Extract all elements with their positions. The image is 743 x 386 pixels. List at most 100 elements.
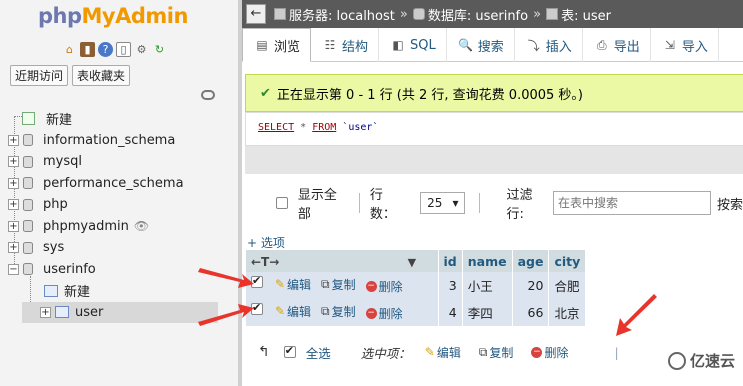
cell-name[interactable]: 小王 <box>462 272 513 299</box>
database-icon <box>23 134 33 147</box>
reload-icon[interactable]: ↻ <box>152 42 167 57</box>
select-all-label[interactable]: 全选 <box>306 343 331 362</box>
tree-db-phpmyadmin[interactable]: + phpmyadmin 👁 <box>8 216 218 238</box>
breadcrumb-server[interactable]: 服务器: localhost <box>289 5 395 24</box>
eye-icon[interactable]: 👁 <box>134 219 149 233</box>
main-content: ✔ 正在显示第 0 - 1 行 (共 2 行, 查询花费 0.0005 秒。) … <box>242 62 743 386</box>
watermark-logo-icon <box>667 351 686 370</box>
edit-button[interactable]: ✎ 编辑 <box>275 276 311 293</box>
copy-icon: ⧉ <box>321 277 330 292</box>
edit-button[interactable]: ✎ 编辑 <box>275 303 311 320</box>
expand-icon[interactable]: + <box>8 220 19 232</box>
tab-browse[interactable]: ▤ 浏览 <box>242 28 312 62</box>
expand-icon[interactable]: + <box>8 134 19 146</box>
bulk-copy-button[interactable]: ⧉ 复制 <box>479 344 514 361</box>
nav-toolbar: ⌂ ▮ ? ▯ ⚙ ↻ <box>62 42 167 57</box>
cell-id[interactable]: 4 <box>438 299 463 326</box>
tab-structure[interactable]: ☷ 结构 <box>311 28 380 62</box>
tab-sql[interactable]: ◧ SQL <box>379 28 447 62</box>
breadcrumb-database[interactable]: 数据库: userinfo <box>428 5 528 24</box>
gear-icon[interactable]: ⚙ <box>134 42 149 57</box>
logout-icon[interactable]: ▮ <box>80 42 95 57</box>
expand-icon[interactable]: + <box>8 177 19 189</box>
breadcrumb: 服务器: localhost » 数据库: userinfo » 表: user <box>274 5 611 24</box>
expand-icon[interactable]: + <box>8 199 19 211</box>
rows-select[interactable]: 25 ▾ <box>420 192 466 214</box>
database-icon <box>23 220 33 233</box>
tree-new-database[interactable]: 新建 <box>8 108 218 130</box>
sort-toggle-icon[interactable]: ▼ <box>408 256 416 269</box>
column-header-name[interactable]: name <box>462 250 513 272</box>
database-tree: 新建 + information_schema + mysql + perfor… <box>8 108 218 323</box>
tree-db-mysql[interactable]: + mysql <box>8 151 218 173</box>
cell-city[interactable]: 合肥 <box>548 272 587 299</box>
column-header-id[interactable]: id <box>438 250 463 272</box>
phpmyadmin-logo[interactable]: phpMyAdmin <box>38 4 188 28</box>
expand-icon[interactable]: + <box>8 156 19 168</box>
cell-id[interactable]: 3 <box>438 272 463 299</box>
filter-rows-input[interactable] <box>553 191 711 215</box>
tree-table-user[interactable]: + user <box>22 301 218 323</box>
expand-icon[interactable]: + <box>40 306 51 318</box>
with-selected-label: 选中项： <box>360 345 411 361</box>
cell-age[interactable]: 20 <box>512 272 550 299</box>
copy-button[interactable]: ⧉ 复制 <box>321 303 356 320</box>
export-icon: ⎙ <box>596 37 607 52</box>
annotation-arrow-icon <box>198 268 254 326</box>
tree-db-sys[interactable]: + sys <box>8 237 218 259</box>
favorites-tab[interactable]: 表收藏夹 <box>72 65 131 86</box>
pencil-icon: ✎ <box>274 277 286 292</box>
back-arrow-icon[interactable]: ← <box>246 4 266 24</box>
navigation-controls: 显示全部 行数： 25 ▾ 过滤行: 按索 <box>242 187 743 222</box>
watermark: 亿速云 <box>667 350 735 371</box>
recent-tab[interactable]: 近期访问 <box>10 65 69 86</box>
delete-icon: − <box>365 281 377 293</box>
collapse-icon[interactable]: − <box>8 263 19 275</box>
new-database-icon <box>22 112 35 126</box>
table-row: ✎编辑 ⧉复制 −删除 4 李四 66 北京 <box>246 299 587 326</box>
divider <box>479 193 481 213</box>
sql-query-box: SELECT * FROM `user` <box>245 112 743 146</box>
tree-new-table[interactable]: 新建 <box>8 280 218 302</box>
divider: | <box>614 344 619 360</box>
documentation-icon[interactable]: ▯ <box>116 42 131 57</box>
cell-name[interactable]: 李四 <box>462 299 513 326</box>
tree-db-performance-schema[interactable]: + performance_schema <box>8 173 218 195</box>
copy-icon: ⧉ <box>478 344 488 359</box>
delete-button[interactable]: − 删除 <box>365 278 403 295</box>
table-icon <box>55 306 69 319</box>
structure-icon: ☷ <box>324 38 336 52</box>
main-tabs: ▤ 浏览 ☷ 结构 ◧ SQL 🔍 搜索 ⤵ 插入 ⎙ 导出 ⇲ 导入 <box>242 28 743 62</box>
sql-keyword[interactable]: FROM <box>312 122 336 133</box>
column-header-city[interactable]: city <box>548 250 587 272</box>
import-icon: ⇲ <box>664 38 675 52</box>
message-text: 正在显示第 0 - 1 行 (共 2 行, 查询花费 0.0005 秒。) <box>276 87 583 103</box>
link-with-main-icon[interactable] <box>201 90 215 100</box>
copy-button[interactable]: ⧉ 复制 <box>321 276 356 293</box>
tree-db-information-schema[interactable]: + information_schema <box>8 130 218 152</box>
tab-export[interactable]: ⎙ 导出 <box>583 28 651 62</box>
tree-db-userinfo[interactable]: − userinfo <box>8 259 218 281</box>
bulk-delete-button[interactable]: − 删除 <box>531 344 568 361</box>
breadcrumb-separator: » <box>533 6 542 22</box>
breadcrumb-table[interactable]: 表: user <box>561 5 611 24</box>
column-header-age[interactable]: age <box>512 250 550 272</box>
expand-icon[interactable]: + <box>8 242 19 254</box>
tree-db-php[interactable]: + php <box>8 194 218 216</box>
tab-insert[interactable]: ⤵ 插入 <box>515 28 583 62</box>
tab-search[interactable]: 🔍 搜索 <box>447 28 515 62</box>
pencil-icon: ✎ <box>274 304 286 319</box>
sql-keyword[interactable]: SELECT <box>258 122 294 133</box>
cell-city[interactable]: 北京 <box>548 299 587 326</box>
bulk-edit-button[interactable]: ✎ 编辑 <box>425 344 461 361</box>
help-icon[interactable]: ? <box>98 42 113 57</box>
database-icon <box>23 177 33 190</box>
show-all-checkbox[interactable] <box>276 197 288 209</box>
cell-age[interactable]: 66 <box>512 299 550 326</box>
tab-import[interactable]: ⇲ 导入 <box>651 28 719 62</box>
home-icon[interactable]: ⌂ <box>62 42 77 57</box>
options-link[interactable]: + 选项 <box>247 234 285 251</box>
success-message: ✔ 正在显示第 0 - 1 行 (共 2 行, 查询花费 0.0005 秒。) <box>245 74 743 112</box>
delete-button[interactable]: − 删除 <box>365 305 403 322</box>
select-all-checkbox[interactable] <box>283 344 296 358</box>
